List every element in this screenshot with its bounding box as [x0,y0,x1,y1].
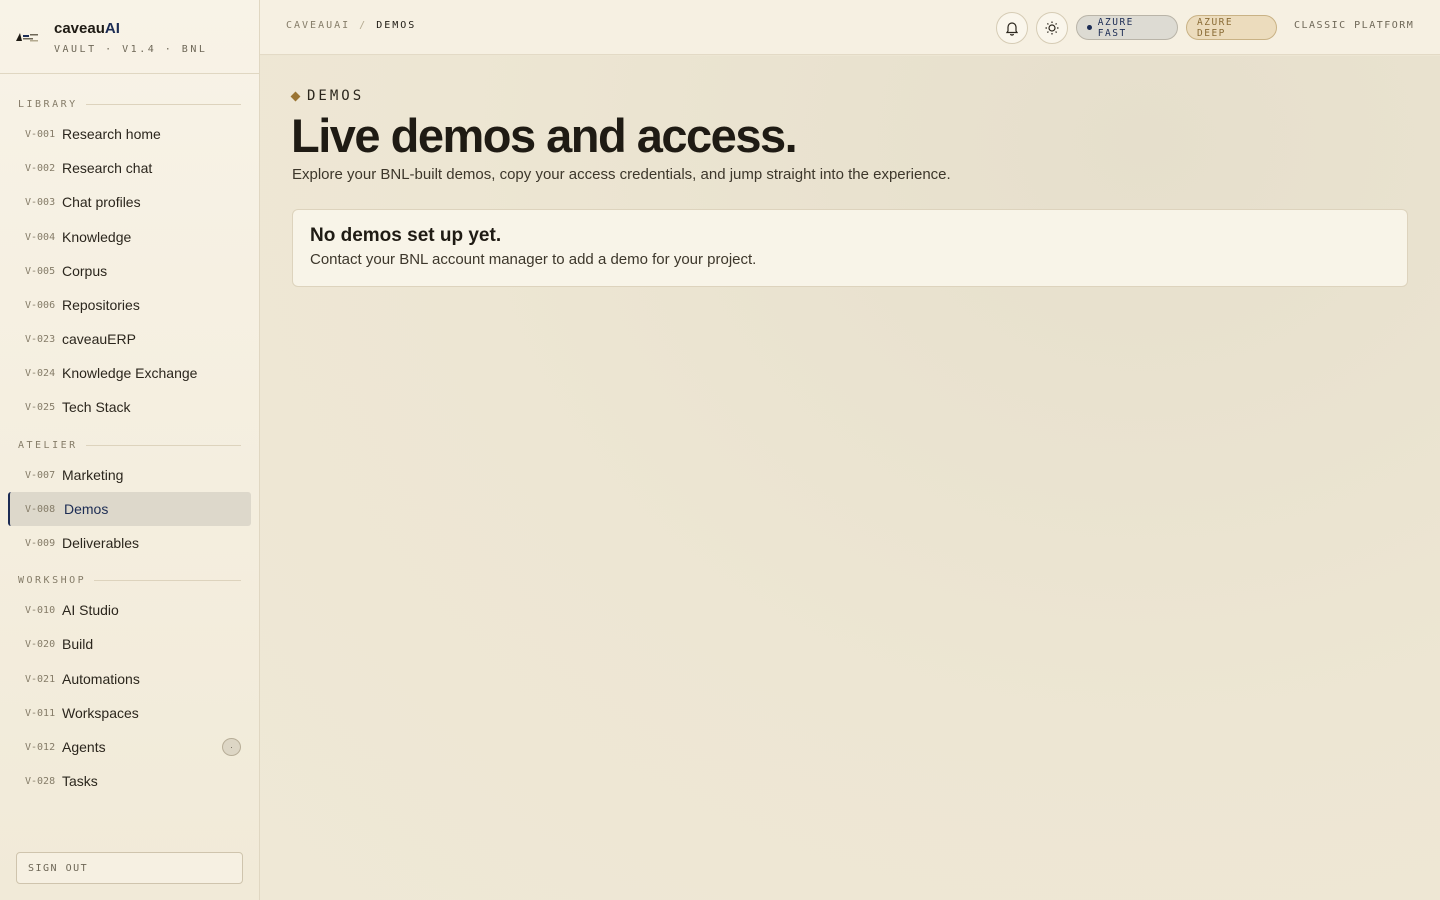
nav-code: V-025 [25,401,56,413]
main-content: DEMOS Live demos and access. Explore you… [260,56,1440,900]
active-dot-icon [1087,25,1092,30]
brand-name-prefix: caveau [54,20,105,37]
nav-code: V-008 [25,503,56,515]
section-label-text: LIBRARY [18,99,78,110]
sidebar-item-build[interactable]: V-020 Build [8,627,251,661]
nav-label: Research chat [62,160,153,176]
nav-code: V-021 [25,673,56,685]
nav-code: V-024 [25,367,56,379]
nav-label: Marketing [62,467,124,483]
section-label-text: WORKSHOP [18,575,87,586]
breadcrumb: CAVEAUAI / DEMOS [286,20,416,31]
nav-code: V-005 [25,265,56,277]
nav-code: V-006 [25,299,56,311]
azure-fast-toggle[interactable]: AZURE FAST [1076,15,1178,40]
agents-status-badge: · [222,738,241,756]
azure-fast-label: AZURE FAST [1097,16,1134,39]
sidebar-item-chat-profiles[interactable]: V-003 Chat profiles [8,185,251,219]
nav-label: Build [62,636,94,652]
nav-code: V-028 [25,775,56,787]
empty-state-text: Contact your BNL account manager to add … [310,251,757,268]
sidebar-item-corpus[interactable]: V-005 Corpus [8,254,251,288]
theme-toggle-button[interactable] [1036,12,1068,44]
empty-state-card: No demos set up yet. Contact your BNL ac… [292,209,1408,287]
sidebar-item-agents[interactable]: V-012 Agents · [8,730,251,764]
brand-name-suffix: AI [104,20,120,37]
azure-deep-toggle[interactable]: AZURE DEEP [1186,15,1277,40]
sidebar-item-tech-stack[interactable]: V-025 Tech Stack [8,390,251,424]
nav-code: V-012 [25,741,56,753]
sidebar-item-demos[interactable]: V-008 Demos [8,492,251,526]
classic-platform-link[interactable]: CLASSIC PLATFORM [1294,20,1414,31]
nav-code: V-023 [25,333,56,345]
nav-label: Deliverables [62,535,140,551]
sidebar-item-automations[interactable]: V-021 Automations [8,662,251,696]
nav-code: V-020 [25,638,56,650]
nav-code: V-001 [25,128,56,140]
nav-code: V-003 [25,196,56,208]
sidebar-item-ai-studio[interactable]: V-010 AI Studio [8,593,251,627]
breadcrumb-separator: / [359,20,368,31]
sidebar-item-research-home[interactable]: V-001 Research home [8,117,251,151]
breadcrumb-root[interactable]: CAVEAUAI [286,20,350,31]
page-subtitle: Explore your BNL-built demos, copy your … [292,166,951,183]
nav-label: Tech Stack [62,399,131,415]
sidebar-item-repositories[interactable]: V-006 Repositories [8,288,251,322]
brand-logo-icon [16,33,38,42]
section-divider [94,580,241,581]
sidebar-item-tasks[interactable]: V-028 Tasks [8,764,251,798]
page-title: Live demos and access. [291,109,798,162]
top-bar: CAVEAUAI / DEMOS AZURE FAST AZURE DEEP CLA… [260,0,1440,55]
nav-label: Chat profiles [62,194,141,210]
nav-label: Workspaces [62,705,139,721]
nav-label: Corpus [62,263,108,279]
brand-header: caveauAI VAULT · V1.4 · BNL [0,0,259,74]
section-label-library: LIBRARY [18,99,241,110]
nav-code: V-007 [25,469,56,481]
nav-label: Knowledge [62,229,132,245]
nav-label: Automations [62,671,140,687]
breadcrumb-current: DEMOS [376,20,417,31]
nav-label: Demos [64,501,109,517]
sidebar-item-knowledge-exchange[interactable]: V-024 Knowledge Exchange [8,356,251,390]
section-divider [85,445,241,446]
section-divider [85,104,241,105]
sidebar: caveauAI VAULT · V1.4 · BNL LIBRARY V-00… [0,0,260,900]
nav-code: V-004 [25,231,56,243]
sidebar-item-marketing[interactable]: V-007 Marketing [8,458,251,492]
notifications-button[interactable] [996,12,1028,44]
section-label-text: ATELIER [18,440,78,451]
azure-deep-label: AZURE DEEP [1197,16,1234,39]
nav-label: Repositories [62,297,140,313]
nav-code: V-010 [25,604,56,616]
diamond-icon [290,91,301,101]
nav-code: V-002 [25,162,56,174]
nav-code: V-011 [25,707,56,719]
page-eyebrow: DEMOS [290,88,365,104]
nav-label: caveauERP [62,331,136,347]
sidebar-item-caveauerp[interactable]: V-023 caveauERP [8,322,251,356]
brand-subtitle: VAULT · V1.4 · BNL [54,44,208,55]
bell-icon [1005,22,1019,36]
sun-icon [1045,21,1059,35]
empty-state-title: No demos set up yet. [310,225,502,246]
brand-name[interactable]: caveauAI [54,20,120,37]
sign-out-button[interactable]: SIGN OUT [16,852,243,884]
nav-label: Agents [62,739,106,755]
nav-label: Tasks [62,773,98,789]
sidebar-item-workspaces[interactable]: V-011 Workspaces [8,696,251,730]
nav-code: V-009 [25,537,56,549]
sidebar-item-deliverables[interactable]: V-009 Deliverables [8,526,251,560]
sidebar-item-research-chat[interactable]: V-002 Research chat [8,151,251,185]
section-label-atelier: ATELIER [18,440,241,451]
nav-label: AI Studio [62,602,119,618]
section-label-workshop: WORKSHOP [18,575,241,586]
nav-label: Knowledge Exchange [62,365,198,381]
eyebrow-text: DEMOS [307,88,365,104]
sidebar-item-knowledge[interactable]: V-004 Knowledge [8,220,251,254]
nav-label: Research home [62,126,161,142]
